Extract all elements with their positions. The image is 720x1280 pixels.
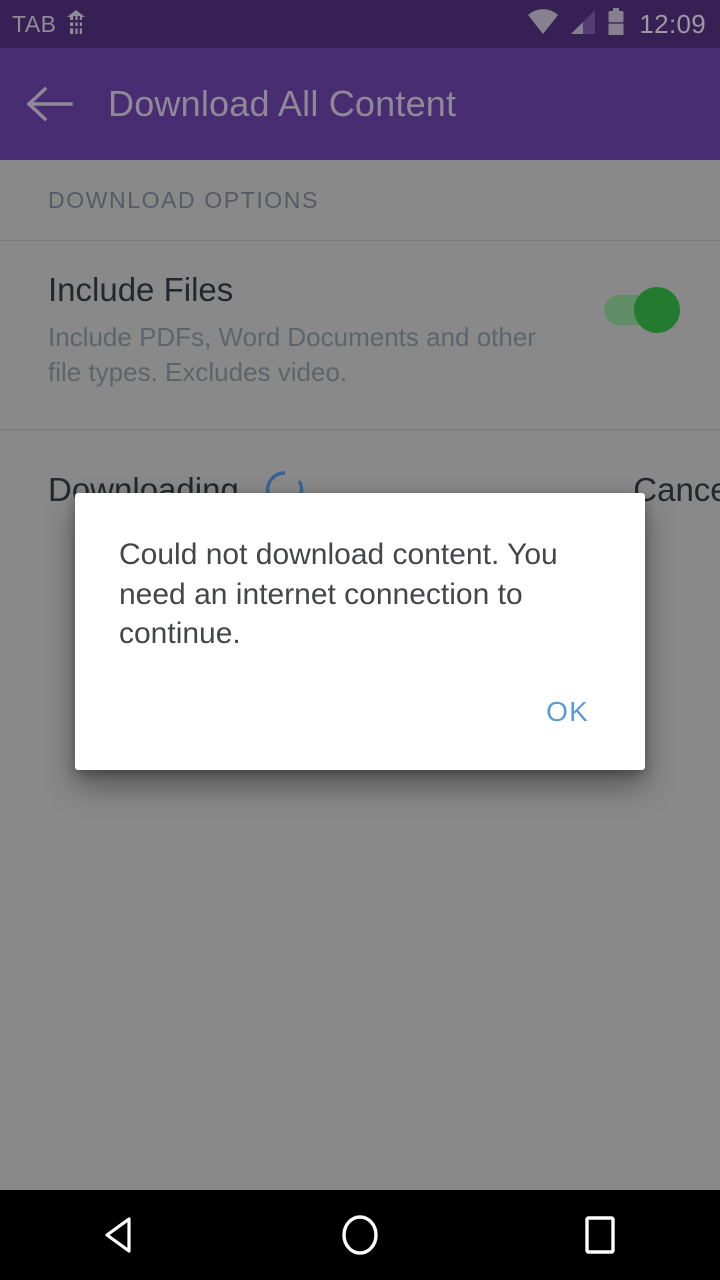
nav-recents-square-icon[interactable] (540, 1190, 660, 1280)
status-bar-left-group: TAB (12, 9, 87, 40)
section-header-download-options: DOWNLOAD OPTIONS (48, 186, 319, 213)
status-bar-right-group: 12:09 (527, 7, 706, 41)
status-bar-clock: 12:09 (639, 8, 706, 39)
include-files-toggle-switch[interactable] (604, 287, 680, 333)
wifi-icon (527, 8, 559, 40)
setting-row-include-files[interactable]: Include Files Include PDFs, Word Documen… (0, 241, 720, 429)
app-bar: Download All Content (0, 48, 720, 160)
cancel-download-button[interactable]: Cancel (633, 471, 720, 509)
setting-description: Include PDFs, Word Documents and other f… (48, 321, 536, 387)
status-bar: TAB 12:09 (0, 0, 720, 48)
cell-signal-icon (569, 9, 597, 40)
status-app-tag-label: TAB (12, 10, 57, 37)
nav-back-triangle-icon[interactable] (60, 1190, 180, 1280)
setting-row-texts: Include Files Include PDFs, Word Documen… (48, 271, 604, 389)
dialog-message-text: Could not download content. You need an … (119, 538, 558, 651)
android-navigation-bar (0, 1190, 720, 1280)
error-dialog: Could not download content. You need an … (75, 493, 645, 770)
back-arrow-icon[interactable] (14, 68, 86, 140)
building-icon (65, 9, 87, 40)
nav-home-circle-icon[interactable] (300, 1190, 420, 1280)
page-title: Download All Content (108, 83, 457, 124)
dialog-ok-button[interactable]: OK (536, 690, 599, 734)
dialog-action-bar: OK (119, 690, 599, 770)
setting-title: Include Files (48, 271, 234, 308)
phone-screen: TAB 12:09 Download All Content DOWNLOAD … (0, 0, 720, 1280)
battery-icon (607, 7, 625, 41)
toggle-thumb (634, 287, 680, 333)
